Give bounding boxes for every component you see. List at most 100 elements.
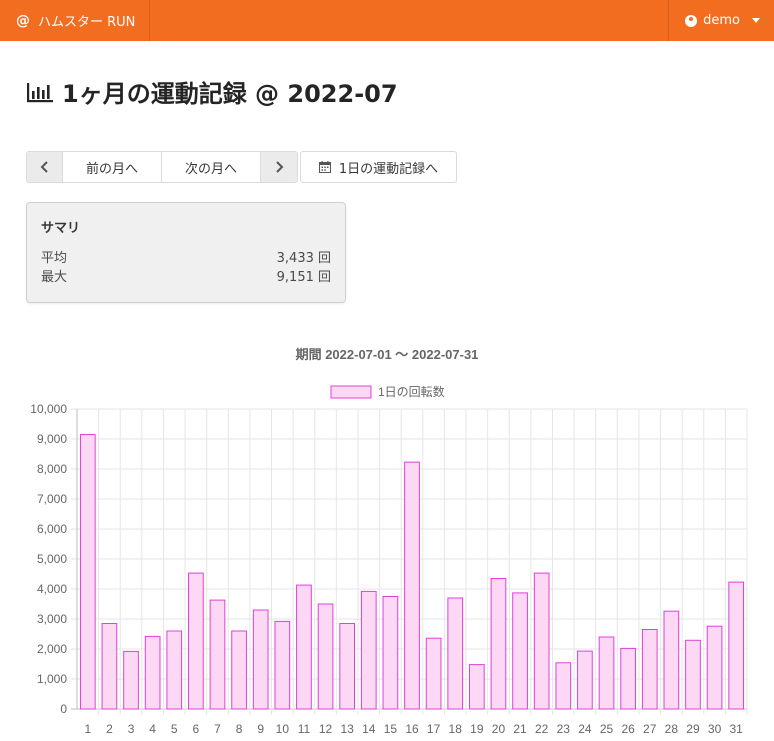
y-tick-label: 1,000 bbox=[37, 672, 67, 686]
x-tick-label: 13 bbox=[340, 722, 354, 736]
x-tick-label: 4 bbox=[149, 722, 156, 736]
brand-link[interactable]: @ ハムスター RUN bbox=[0, 0, 151, 41]
next-month-button[interactable]: 次の月へ bbox=[162, 152, 261, 182]
bar-day-15[interactable] bbox=[382, 596, 399, 710]
y-tick-label: 10,000 bbox=[30, 402, 67, 416]
page-title: 1ヶ月の運動記録 @ 2022-07 bbox=[26, 74, 398, 109]
x-tick-label: 11 bbox=[298, 722, 311, 736]
summary-row-average: 平均 3,433 回 bbox=[41, 249, 331, 268]
x-tick-label: 7 bbox=[214, 722, 221, 736]
x-tick-label: 24 bbox=[578, 722, 592, 736]
x-tick-label: 10 bbox=[276, 722, 290, 736]
bar-day-11[interactable] bbox=[296, 584, 312, 710]
summary-title: サマリ bbox=[41, 221, 81, 236]
bar-day-28[interactable] bbox=[663, 610, 680, 710]
bar-day-30[interactable] bbox=[706, 625, 723, 710]
prev-month-arrow-button[interactable] bbox=[27, 152, 63, 182]
user-menu[interactable]: demo bbox=[668, 0, 774, 41]
page-title-text: 1ヶ月の運動記録 @ 2022-07 bbox=[62, 80, 398, 108]
chevron-left-icon bbox=[40, 161, 48, 173]
bar-day-22[interactable] bbox=[533, 572, 550, 710]
user-name: demo bbox=[703, 13, 740, 28]
bar-day-19[interactable] bbox=[468, 664, 485, 710]
y-tick-label: 3,000 bbox=[37, 612, 67, 626]
bar-day-3[interactable] bbox=[123, 650, 139, 710]
x-tick-label: 6 bbox=[193, 722, 200, 736]
navbar: @ ハムスター RUN demo bbox=[0, 0, 774, 41]
bar-day-26[interactable] bbox=[620, 647, 636, 710]
daily-rotation-chart: 期間 2022-07-01 〜 2022-07-31 1日の回転数 0 1,000… bbox=[30, 347, 748, 736]
brand-icon: @ bbox=[16, 12, 30, 29]
chart-legend[interactable]: 1日の回転数 bbox=[330, 384, 445, 399]
x-tick-label: 5 bbox=[171, 722, 178, 736]
x-tick-label: 29 bbox=[686, 722, 700, 736]
bar-day-25[interactable] bbox=[598, 636, 615, 710]
bar-day-5[interactable] bbox=[166, 630, 183, 710]
summary-card: サマリ 平均 3,433 回 最大 9,151 回 bbox=[26, 202, 346, 303]
summary-label: 最大 bbox=[41, 270, 68, 285]
bar-day-27[interactable] bbox=[641, 629, 658, 710]
x-tick-label: 17 bbox=[427, 722, 441, 736]
next-month-arrow-button[interactable] bbox=[261, 152, 297, 182]
calendar-icon bbox=[318, 161, 331, 173]
summary-value: 9,151 回 bbox=[276, 270, 331, 285]
bar-day-7[interactable] bbox=[209, 599, 226, 710]
bar-day-9[interactable] bbox=[252, 609, 269, 710]
x-tick-label: 2 bbox=[106, 722, 113, 736]
x-tick-label: 16 bbox=[405, 722, 419, 736]
x-tick-label: 3 bbox=[128, 722, 135, 736]
x-tick-label: 15 bbox=[384, 722, 398, 736]
summary-row-max: 最大 9,151 回 bbox=[41, 268, 331, 287]
y-tick-label: 9,000 bbox=[37, 432, 67, 446]
y-tick-label: 5,000 bbox=[37, 552, 67, 566]
summary-label: 平均 bbox=[41, 251, 68, 266]
bar-day-12[interactable] bbox=[317, 603, 334, 710]
y-tick-label: 8,000 bbox=[37, 462, 67, 476]
x-tick-label: 26 bbox=[621, 722, 635, 736]
bar-chart-icon bbox=[27, 82, 53, 102]
summary-value: 3,433 回 bbox=[276, 251, 331, 266]
bar-day-6[interactable] bbox=[188, 572, 204, 710]
bar-day-1[interactable] bbox=[79, 433, 96, 710]
bar-day-23[interactable] bbox=[555, 662, 572, 710]
month-navigation: 前の月へ 次の月へ bbox=[26, 151, 298, 183]
x-tick-label: 8 bbox=[236, 722, 243, 736]
x-tick-label: 1 bbox=[84, 722, 91, 736]
x-tick-label: 14 bbox=[362, 722, 376, 736]
chart-title: 期間 2022-07-01 〜 2022-07-31 bbox=[296, 347, 479, 362]
brand-name: ハムスター RUN bbox=[38, 15, 136, 30]
bar-day-31[interactable] bbox=[728, 581, 745, 710]
bar-day-20[interactable] bbox=[490, 578, 507, 710]
x-tick-label: 21 bbox=[513, 722, 527, 736]
bar-day-24[interactable] bbox=[577, 650, 593, 710]
bar-day-4[interactable] bbox=[144, 635, 161, 710]
daily-record-button[interactable]: 1日の運動記録へ bbox=[300, 151, 457, 183]
x-tick-label: 19 bbox=[470, 722, 484, 736]
bar-day-8[interactable] bbox=[231, 630, 247, 710]
daily-record-label: 1日の運動記録へ bbox=[338, 161, 439, 177]
y-tick-label: 2,000 bbox=[37, 642, 67, 656]
x-tick-label: 27 bbox=[643, 722, 657, 736]
x-tick-label: 23 bbox=[557, 722, 571, 736]
x-tick-label: 30 bbox=[708, 722, 722, 736]
x-tick-label: 20 bbox=[492, 722, 506, 736]
y-tick-label: 4,000 bbox=[37, 582, 67, 596]
bar-day-21[interactable] bbox=[512, 592, 528, 710]
bar-day-17[interactable] bbox=[425, 637, 442, 710]
bar-day-18[interactable] bbox=[447, 597, 464, 710]
chevron-down-icon bbox=[752, 18, 760, 23]
legend-swatch bbox=[330, 385, 372, 399]
x-tick-label: 25 bbox=[600, 722, 614, 736]
bar-day-16[interactable] bbox=[404, 461, 420, 710]
prev-month-button[interactable]: 前の月へ bbox=[63, 152, 162, 182]
legend-label: 1日の回転数 bbox=[378, 384, 445, 399]
bar-day-13[interactable] bbox=[339, 623, 356, 710]
bar-day-29[interactable] bbox=[685, 639, 701, 710]
bar-day-10[interactable] bbox=[274, 620, 291, 710]
bar-day-14[interactable] bbox=[360, 590, 377, 710]
y-tick-label: 7,000 bbox=[37, 492, 67, 506]
bar-day-2[interactable] bbox=[101, 623, 118, 710]
chevron-right-icon bbox=[276, 161, 284, 173]
x-tick-label: 31 bbox=[730, 722, 744, 736]
x-tick-label: 28 bbox=[665, 722, 679, 736]
